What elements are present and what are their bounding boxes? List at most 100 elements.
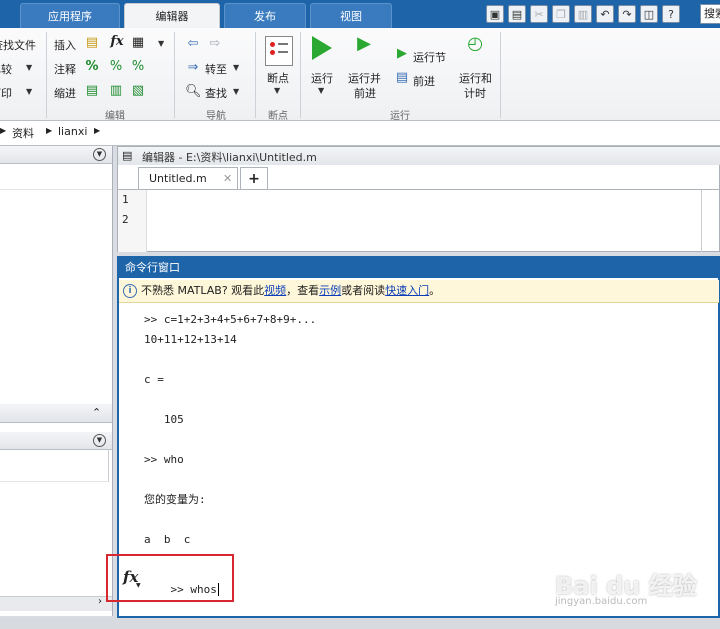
- back-arrow-icon[interactable]: ⇦: [185, 36, 201, 52]
- find-button[interactable]: 查找: [205, 85, 227, 101]
- chevron-down-icon[interactable]: ▼: [274, 86, 280, 95]
- run-advance-icon[interactable]: ▶: [352, 35, 376, 53]
- getting-started-link[interactable]: 快速入门: [385, 284, 429, 297]
- breakpoints-icon[interactable]: [265, 36, 293, 66]
- chevron-up-icon[interactable]: ⌃: [92, 406, 101, 419]
- window-icon[interactable]: ◫: [640, 5, 658, 23]
- chevron-down-icon[interactable]: ▼: [233, 87, 239, 96]
- command-output-line: [144, 430, 714, 450]
- breadcrumb-item[interactable]: 资料: [12, 125, 34, 141]
- find-files-button[interactable]: 查找文件: [0, 37, 36, 53]
- indent-icon[interactable]: ▤: [84, 83, 100, 99]
- insert-icon[interactable]: ▤: [84, 35, 100, 51]
- chevron-down-icon[interactable]: ▼: [93, 434, 106, 447]
- search-icon[interactable]: 🔍︎: [185, 84, 202, 100]
- run-time-button[interactable]: 运行和: [459, 70, 492, 86]
- run-button[interactable]: 运行: [311, 70, 333, 86]
- video-link[interactable]: 视频: [264, 284, 286, 297]
- code-area[interactable]: [146, 190, 698, 252]
- chevron-down-icon[interactable]: ▼: [93, 148, 106, 161]
- redo-icon[interactable]: ↷: [618, 5, 636, 23]
- cut-icon[interactable]: ✂: [530, 5, 548, 23]
- run-advance-button-line2[interactable]: 前进: [354, 85, 376, 101]
- copy-icon[interactable]: ❐: [552, 5, 570, 23]
- undo-icon[interactable]: ↶: [596, 5, 614, 23]
- chevron-down-icon[interactable]: ▼: [233, 63, 239, 72]
- function-icon[interactable]: ▦: [130, 35, 146, 51]
- run-time-icon[interactable]: ◴: [463, 35, 487, 53]
- tab-editor[interactable]: 编辑器: [124, 3, 220, 28]
- command-output-line: 您的变量为:: [144, 493, 206, 506]
- save-icon[interactable]: ▤: [508, 5, 526, 23]
- tab-publish[interactable]: 发布: [224, 3, 306, 28]
- run-icon[interactable]: [312, 36, 332, 60]
- decrease-indent-icon[interactable]: ▧: [130, 83, 146, 99]
- help-icon[interactable]: ?: [662, 5, 680, 23]
- line-number: 2: [122, 213, 129, 226]
- advance-button[interactable]: 前进: [413, 73, 435, 89]
- run-time-button-line2[interactable]: 计时: [464, 85, 486, 101]
- chevron-right-icon: ▶: [46, 126, 53, 135]
- comment-button[interactable]: 注释: [54, 61, 76, 77]
- breadcrumb-item[interactable]: lianxi: [58, 125, 87, 138]
- chevron-right-icon[interactable]: ›: [98, 596, 102, 607]
- status-bar: [0, 618, 720, 629]
- run-advance-button[interactable]: 运行并: [348, 70, 381, 86]
- percent-icon[interactable]: %: [84, 59, 100, 75]
- advance-icon[interactable]: ▤: [394, 70, 410, 86]
- workspace-table-header: [0, 449, 109, 482]
- command-output[interactable]: >> c=1+2+3+4+5+6+7+8+9+... 10+11+12+13+14…: [144, 310, 714, 570]
- new-icon[interactable]: ▣: [486, 5, 504, 23]
- indent-button[interactable]: 缩进: [54, 85, 76, 101]
- tab-apps[interactable]: 应用程序: [20, 3, 120, 28]
- compare-button[interactable]: 比较: [0, 61, 12, 77]
- examples-link[interactable]: 示例: [319, 284, 341, 297]
- increase-indent-icon[interactable]: ▥: [108, 83, 124, 99]
- run-section-button[interactable]: 运行节: [413, 49, 446, 65]
- command-output-line: 10+11+12+13+14: [144, 333, 237, 346]
- run-section-icon[interactable]: ▶: [394, 46, 410, 62]
- info-prefix: 不熟悉 MATLAB? 观看此: [141, 284, 265, 297]
- close-icon[interactable]: ✕: [223, 168, 232, 190]
- insert-button[interactable]: 插入: [54, 37, 76, 53]
- chevron-down-icon[interactable]: ▼: [318, 86, 324, 95]
- goto-icon[interactable]: ⇒: [185, 60, 201, 76]
- goto-button[interactable]: 转至: [205, 61, 227, 77]
- editor-title: 编辑器 - E:\资料\lianxi\Untitled.m: [142, 151, 317, 164]
- breadcrumb: ▶ 资料 ▶ lianxi ▶: [0, 121, 720, 146]
- breakpoints-button[interactable]: 断点: [267, 70, 289, 86]
- chevron-right-icon[interactable]: ▶: [94, 126, 100, 135]
- bp-group-label: 断点: [268, 111, 288, 122]
- folder-list-header: [0, 163, 112, 190]
- chevron-down-icon[interactable]: ▼: [26, 63, 32, 72]
- info-text: 不熟悉 MATLAB? 观看此视频，查看示例或者阅读快速入门。: [141, 280, 440, 302]
- run-group-label: 运行: [390, 111, 410, 122]
- editor-icon: ▤: [122, 149, 133, 162]
- add-tab-button[interactable]: +: [240, 167, 268, 189]
- ribbon-separator: [174, 32, 175, 118]
- highlight-box: [106, 554, 234, 602]
- ribbon-separator: [500, 32, 501, 118]
- workspace-header: ▼: [0, 432, 112, 450]
- ribbon-separator: [255, 32, 256, 118]
- print-button[interactable]: 打印: [0, 85, 12, 101]
- forward-arrow-icon[interactable]: ⇨: [207, 36, 223, 52]
- horizontal-scrollbar[interactable]: ›: [0, 596, 112, 611]
- paste-icon[interactable]: ▥: [574, 5, 592, 23]
- chevron-down-icon[interactable]: ▼: [26, 87, 32, 96]
- chevron-down-icon[interactable]: ▼: [158, 39, 164, 48]
- info-mid: ，查看: [286, 284, 320, 297]
- uncomment-icon[interactable]: %: [108, 59, 124, 75]
- watermark-url: jingyan.baidu.com: [555, 596, 648, 607]
- line-number-gutter: 1 2: [118, 190, 147, 252]
- tab-view[interactable]: 视图: [310, 3, 392, 28]
- fx-icon[interactable]: fx: [108, 34, 126, 50]
- details-header: ⌃: [0, 404, 112, 423]
- search-input[interactable]: 搜索: [700, 4, 720, 24]
- edit-group-label: 编辑: [105, 111, 125, 122]
- file-tab-untitled[interactable]: Untitled.m ✕: [138, 167, 238, 189]
- current-folder-header: ▼: [0, 146, 112, 164]
- command-output-line: [144, 390, 714, 410]
- info-bar: i 不熟悉 MATLAB? 观看此视频，查看示例或者阅读快速入门。: [119, 280, 719, 303]
- wrap-comment-icon[interactable]: %: [130, 59, 146, 75]
